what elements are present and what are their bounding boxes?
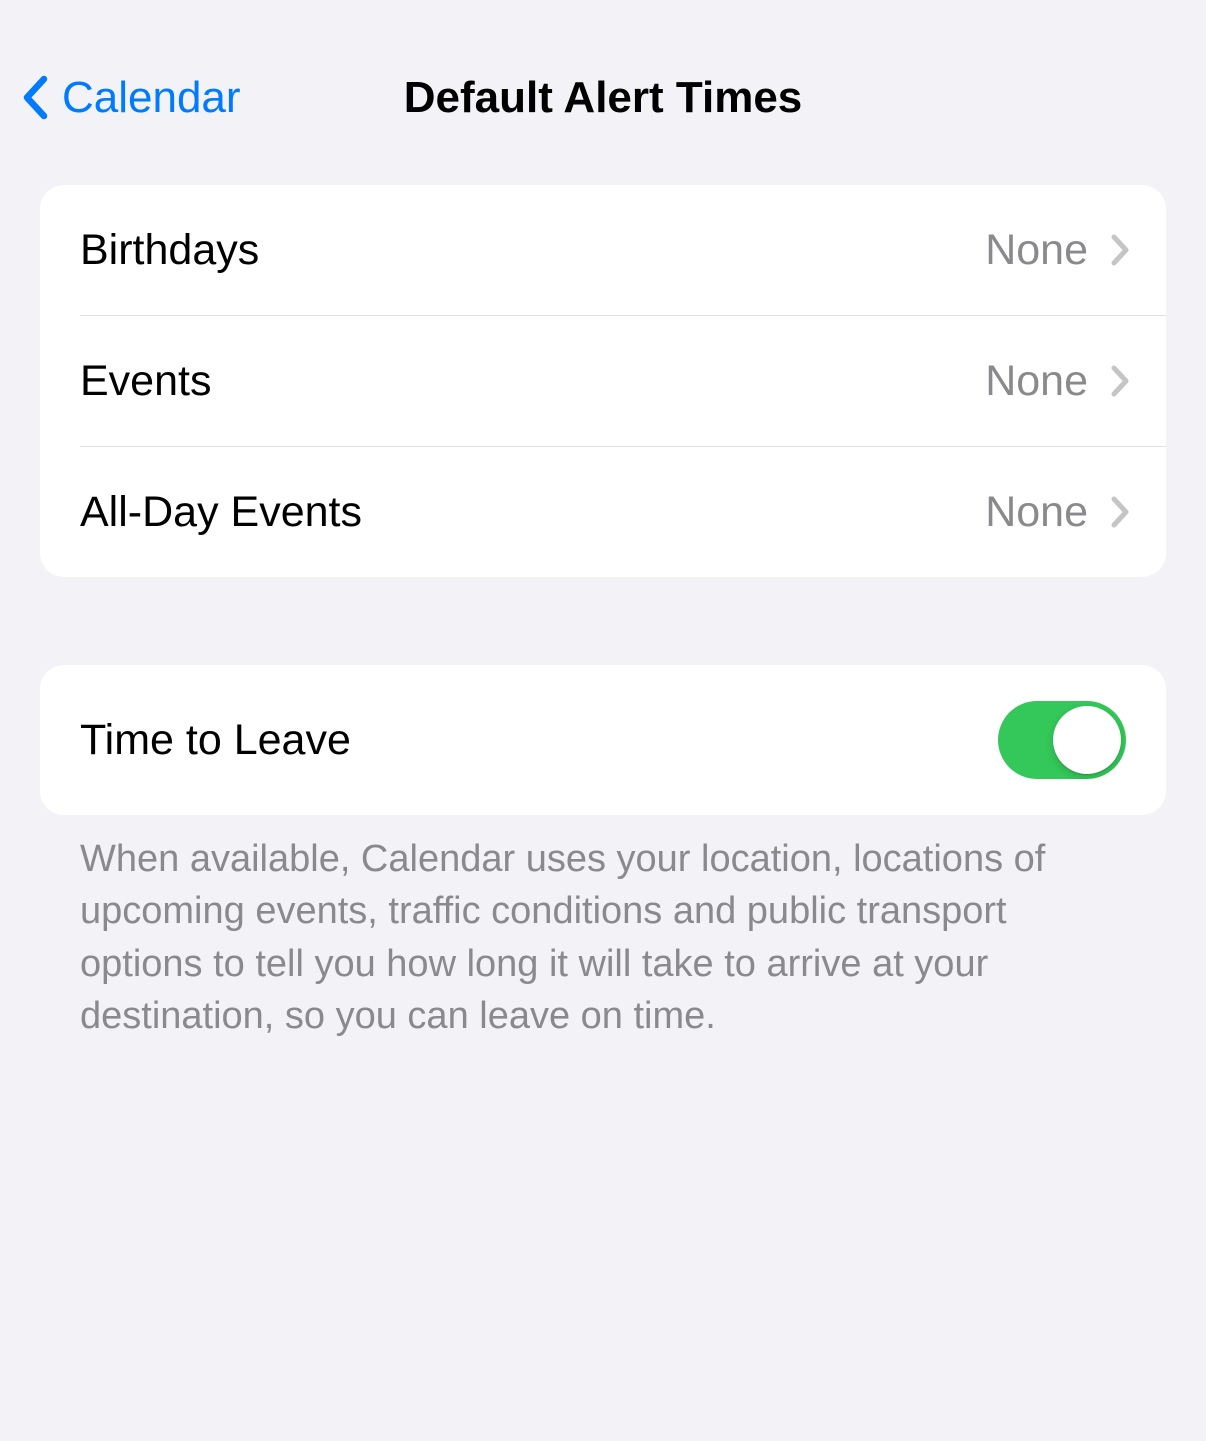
chevron-left-icon (20, 75, 50, 120)
row-value: None (985, 226, 1088, 275)
row-label: Time to Leave (80, 716, 351, 765)
time-to-leave-footer: When available, Calendar uses your locat… (40, 815, 1166, 1043)
nav-bar: Calendar Default Alert Times (0, 0, 1206, 140)
events-row[interactable]: Events None (40, 316, 1166, 446)
row-label: All-Day Events (80, 488, 362, 537)
time-to-leave-group: Time to Leave (40, 665, 1166, 815)
row-label: Birthdays (80, 226, 259, 275)
chevron-right-icon (1110, 365, 1130, 397)
toggle-knob (1053, 706, 1121, 774)
row-value: None (985, 357, 1088, 406)
time-to-leave-toggle[interactable] (998, 701, 1126, 779)
back-label: Calendar (62, 73, 241, 123)
time-to-leave-row: Time to Leave (40, 665, 1166, 815)
birthdays-row[interactable]: Birthdays None (40, 185, 1166, 315)
chevron-right-icon (1110, 496, 1130, 528)
row-value: None (985, 488, 1088, 537)
back-button[interactable]: Calendar (20, 73, 241, 123)
chevron-right-icon (1110, 234, 1130, 266)
row-label: Events (80, 357, 211, 406)
all-day-events-row[interactable]: All-Day Events None (40, 447, 1166, 577)
alert-times-group: Birthdays None Events None (40, 185, 1166, 577)
